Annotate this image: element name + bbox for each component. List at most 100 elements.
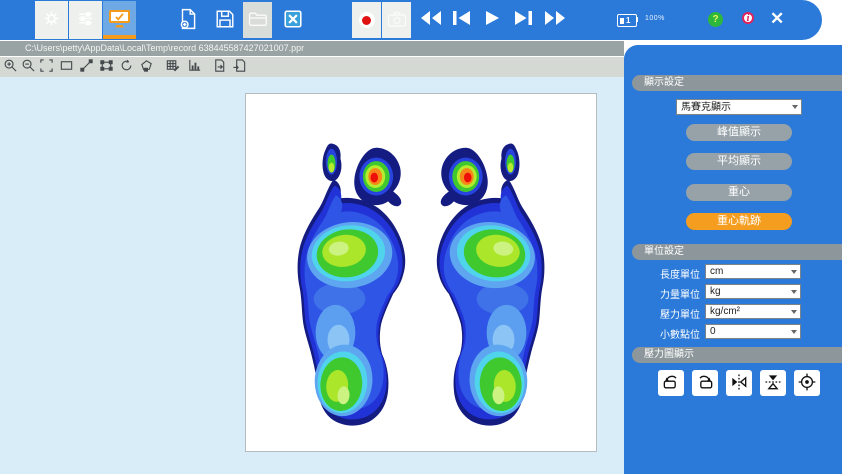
zoom-out-icon — [21, 58, 36, 76]
play-button[interactable] — [480, 11, 504, 28]
display-mode-dropdown[interactable]: 馬賽克顯示 — [676, 99, 802, 115]
chart-icon — [187, 58, 202, 76]
lasso-icon — [139, 58, 154, 76]
app-window: 1 100% ? i ✕ C:\Users\petty\AppData\Loca… — [0, 0, 842, 474]
camera-icon — [387, 10, 407, 31]
cog-trajectory-button[interactable]: 重心軌跡 — [686, 213, 792, 230]
peak-display-button[interactable]: 峰值顯示 — [686, 124, 792, 141]
polygon-select-button[interactable] — [98, 59, 115, 75]
close-app-button[interactable]: ✕ — [770, 9, 784, 29]
skip-start-button[interactable] — [449, 11, 473, 28]
export-data-button[interactable] — [231, 59, 248, 75]
average-display-button[interactable]: 平均顯示 — [686, 153, 792, 170]
rotate-circle-icon — [119, 58, 134, 76]
fast-backward-icon — [419, 10, 443, 29]
info-button[interactable]: i — [742, 12, 754, 24]
skip-end-button[interactable] — [512, 11, 536, 28]
filter-settings-button[interactable] — [69, 1, 102, 39]
flip-vertical-icon — [763, 372, 783, 395]
snapshot-button[interactable] — [382, 2, 411, 38]
zoom-in-button[interactable] — [2, 59, 19, 75]
display-mode-value: 馬賽克顯示 — [681, 102, 731, 113]
sliders-icon — [77, 10, 94, 30]
chevron-down-icon — [791, 310, 797, 314]
battery-cell — [620, 18, 624, 24]
settings-sidebar: 顯示設定 馬賽克顯示 峰值顯示 平均顯示 重心 重心軌跡 單位設定 長度單位 c… — [624, 45, 842, 474]
document-export-icon — [212, 58, 227, 76]
chevron-down-icon — [791, 270, 797, 274]
flip-horizontal-icon — [729, 372, 749, 395]
document-export-alt-icon — [232, 58, 247, 76]
display-settings-header: 顯示設定 — [632, 75, 842, 91]
battery-level: 1 — [626, 16, 630, 26]
battery-percent: 100% — [645, 15, 665, 22]
help-button[interactable]: ? — [708, 12, 723, 27]
length-unit-dropdown[interactable]: cm — [705, 264, 801, 279]
settings-button[interactable] — [35, 1, 68, 39]
chevron-down-icon — [791, 290, 797, 294]
battery-icon: 1 — [617, 14, 637, 27]
fast-forward-icon — [543, 10, 567, 29]
force-unit-value: kg — [710, 286, 721, 297]
fit-screen-icon — [39, 58, 54, 76]
file-path-bar: C:\Users\petty\AppData\Local\Temp\record… — [0, 41, 624, 56]
skip-to-end-icon — [513, 10, 535, 29]
zoom-out-button[interactable] — [20, 59, 37, 75]
save-button[interactable] — [212, 8, 238, 32]
rotate-right-icon — [695, 372, 715, 395]
pressure-map-header: 壓力圖顯示 — [632, 347, 842, 363]
zoom-in-icon — [3, 58, 18, 76]
length-unit-value: cm — [710, 266, 723, 277]
lasso-select-button[interactable] — [138, 59, 155, 75]
rotate-tool-button[interactable] — [118, 59, 135, 75]
export-report-button[interactable] — [211, 59, 228, 75]
monitor-view-button[interactable] — [103, 1, 136, 39]
center-of-gravity-button[interactable]: 重心 — [686, 184, 792, 201]
rect-select-button[interactable] — [58, 59, 75, 75]
chevron-down-icon — [792, 105, 798, 109]
flip-horizontal-button[interactable] — [726, 370, 752, 396]
rotate-right-button[interactable] — [692, 370, 718, 396]
center-view-button[interactable] — [794, 370, 820, 396]
close-file-button[interactable] — [280, 8, 306, 32]
line-measure-button[interactable] — [78, 59, 95, 75]
rotate-left-button[interactable] — [658, 370, 684, 396]
flip-vertical-button[interactable] — [760, 370, 786, 396]
monitor-check-icon — [108, 9, 131, 32]
rectangle-icon — [59, 58, 74, 76]
line-icon — [79, 58, 94, 76]
record-dot-icon — [359, 12, 375, 28]
gear-icon — [43, 10, 60, 30]
foot-pressure-heatmap — [246, 94, 596, 451]
fit-view-button[interactable] — [38, 59, 55, 75]
rewind-button[interactable] — [419, 11, 443, 28]
file-path-text: C:\Users\petty\AppData\Local\Temp\record… — [25, 43, 304, 53]
battery-nub — [636, 17, 638, 22]
pressure-unit-value: kg/cm² — [710, 306, 740, 317]
length-unit-label: 長度單位 — [624, 266, 700, 281]
floppy-disk-icon — [215, 9, 235, 32]
unit-settings-header: 單位設定 — [632, 244, 842, 260]
table-edit-button[interactable] — [164, 59, 181, 75]
polygon-handles-icon — [99, 58, 114, 76]
open-folder-icon — [248, 10, 268, 31]
chart-view-button[interactable] — [186, 59, 203, 75]
new-file-button[interactable] — [175, 8, 201, 32]
pressure-canvas[interactable] — [245, 93, 597, 452]
fast-forward-button[interactable] — [543, 11, 567, 28]
open-file-button[interactable] — [243, 2, 272, 38]
decimal-places-dropdown[interactable]: 0 — [705, 324, 801, 339]
play-icon — [483, 10, 501, 29]
crosshair-target-icon — [797, 372, 817, 395]
top-toolbar: 1 100% ? i ✕ — [0, 0, 822, 40]
skip-to-start-icon — [450, 10, 472, 29]
decimal-places-label: 小數點位 — [624, 326, 700, 341]
pressure-unit-label: 壓力單位 — [624, 306, 700, 321]
decimal-places-value: 0 — [710, 326, 716, 337]
rotate-left-icon — [661, 372, 681, 395]
pressure-unit-dropdown[interactable]: kg/cm² — [705, 304, 801, 319]
canvas-tool-strip — [0, 57, 624, 77]
force-unit-dropdown[interactable]: kg — [705, 284, 801, 299]
table-edit-icon — [165, 58, 180, 76]
record-button[interactable] — [352, 2, 381, 38]
